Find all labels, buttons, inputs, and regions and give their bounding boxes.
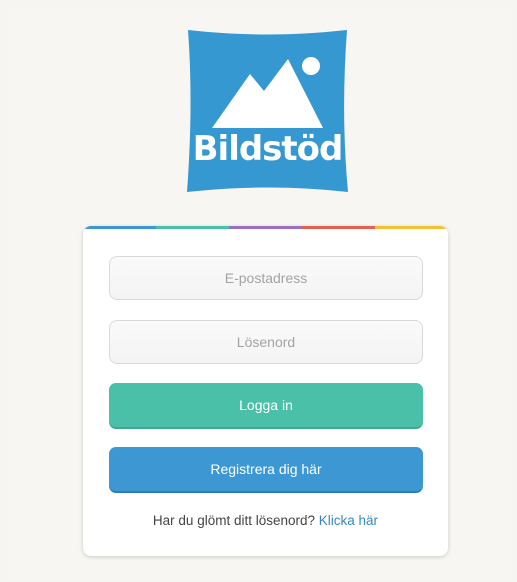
color-stripe (83, 226, 448, 229)
stripe-purple (229, 226, 302, 229)
forgot-password-text: Har du glömt ditt lösenord? (152, 513, 316, 528)
forgot-password-link[interactable]: Klicka här (319, 513, 378, 528)
register-button[interactable]: Registrera dig här (109, 447, 423, 493)
email-field[interactable] (109, 256, 423, 300)
login-card: Logga in Registrera dig här Har du glömt… (83, 226, 448, 556)
bildstod-logo: Bildstöd (184, 28, 351, 194)
forgot-password-row: Har du glömt ditt lösenord? Klicka här (83, 513, 448, 528)
mountain-image-icon (187, 30, 348, 192)
stripe-red (302, 226, 375, 229)
stripe-teal (156, 226, 229, 229)
password-field[interactable] (109, 320, 423, 364)
stripe-yellow (375, 226, 448, 229)
login-button[interactable]: Logga in (109, 383, 423, 429)
stripe-blue (83, 226, 156, 229)
logo-wordmark: Bildstöd (192, 129, 344, 169)
